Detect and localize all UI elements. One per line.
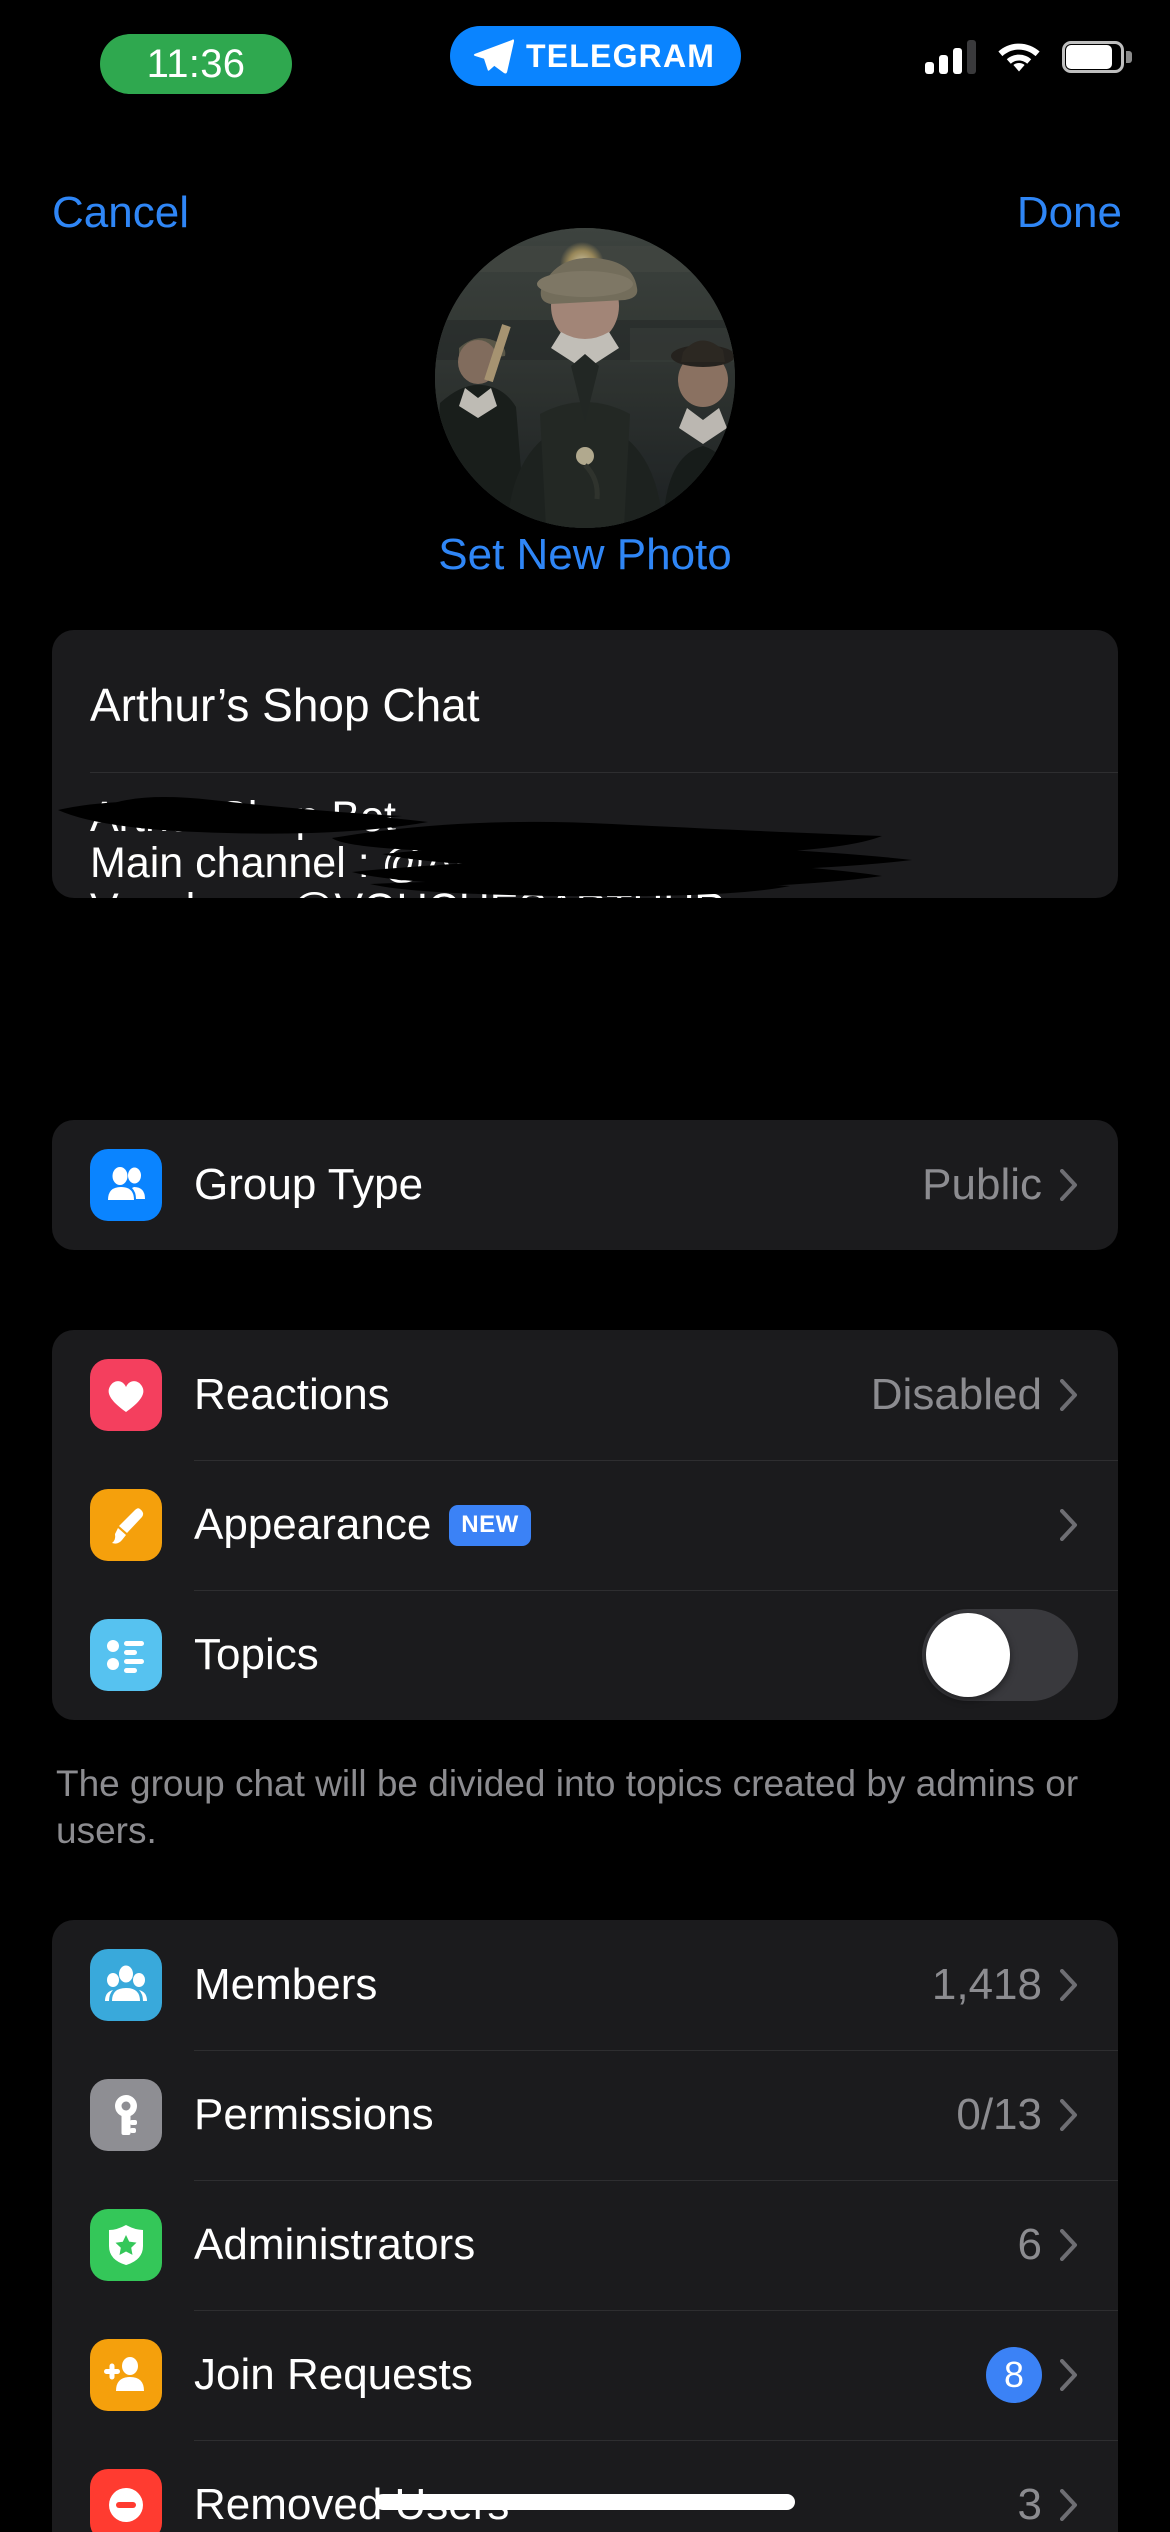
group-members-card: Members 1,418 Permissions 0/13 Administr…	[52, 1920, 1118, 2532]
row-trailing: 1,418	[932, 1960, 1078, 2010]
group-settings-card: Reactions Disabled Appearance NEW Topics	[52, 1330, 1118, 1720]
row-label: Members	[194, 1960, 378, 2009]
brush-icon	[90, 1489, 162, 1561]
chevron-right-icon	[1060, 2099, 1077, 2131]
row-label: Reactions	[194, 1370, 390, 1419]
row-reactions[interactable]: Reactions Disabled	[52, 1330, 1118, 1460]
join-requests-badge: 8	[986, 2347, 1042, 2403]
row-value: 6	[1017, 2220, 1042, 2269]
heart-icon	[90, 1359, 162, 1431]
cancel-button[interactable]: Cancel	[52, 178, 189, 248]
minus-circle-icon	[90, 2469, 162, 2532]
row-label: Group Type	[194, 1160, 424, 1209]
row-administrators[interactable]: Administrators 6	[52, 2180, 1118, 2310]
row-trailing: 3	[1018, 2480, 1078, 2530]
battery-icon	[1062, 41, 1132, 73]
wifi-icon	[998, 43, 1040, 72]
group-type-card: Group Type Public	[52, 1120, 1118, 1250]
topics-icon	[90, 1619, 162, 1691]
row-trailing	[1060, 1509, 1078, 1541]
members-icon	[90, 1949, 162, 2021]
info-separator	[90, 772, 1118, 773]
key-icon	[90, 2079, 162, 2151]
telegram-app-pill: TELEGRAM	[450, 26, 742, 86]
chevron-right-icon	[1060, 2489, 1077, 2521]
row-value: 1,418	[931, 1960, 1042, 2009]
shield-star-icon	[90, 2209, 162, 2281]
row-value: 3	[1017, 2480, 1042, 2529]
telegram-app-pill-label: TELEGRAM	[526, 37, 716, 74]
status-bar-indicators	[925, 40, 1132, 74]
chevron-right-icon	[1060, 1509, 1077, 1541]
avatar-image	[435, 228, 735, 528]
toggle-knob	[926, 1613, 1010, 1697]
done-button[interactable]: Done	[1017, 178, 1122, 248]
group-avatar-container[interactable]	[435, 228, 735, 528]
row-members[interactable]: Members 1,418	[52, 1920, 1118, 2050]
chevron-right-icon	[1060, 1969, 1077, 2001]
chevron-right-icon	[1060, 1379, 1077, 1411]
row-trailing: Public	[922, 1160, 1078, 1210]
row-trailing: 0/13	[956, 2090, 1078, 2140]
avatar[interactable]	[435, 228, 735, 528]
telegram-group-edit-screen: 11:36 TELEGRAM Cancel Done Set New Photo…	[0, 0, 1170, 2532]
status-bar-time-pill: 11:36	[100, 34, 292, 94]
row-label: Administrators	[194, 2220, 476, 2269]
row-label: Permissions	[194, 2090, 434, 2139]
row-label: Topics	[194, 1630, 319, 1679]
cellular-signal-icon	[925, 40, 976, 74]
topics-footnote: The group chat will be divided into topi…	[56, 1763, 1079, 1852]
row-value: 0/13	[956, 2090, 1042, 2139]
group-people-icon	[90, 1149, 162, 1221]
set-new-photo-button[interactable]: Set New Photo	[0, 530, 1170, 580]
home-indicator[interactable]	[375, 2494, 795, 2510]
row-label: Appearance	[194, 1500, 432, 1549]
row-appearance[interactable]: Appearance NEW	[52, 1460, 1118, 1590]
row-removed-users[interactable]: Removed Users 3	[52, 2440, 1118, 2532]
row-trailing: 6	[1018, 2220, 1078, 2270]
row-trailing: 8	[986, 2347, 1078, 2403]
row-label: Join Requests	[194, 2350, 473, 2399]
status-bar: 11:36 TELEGRAM	[0, 0, 1170, 110]
row-group-type[interactable]: Group Type Public	[52, 1120, 1118, 1250]
telegram-plane-icon	[473, 39, 514, 74]
chevron-right-icon	[1060, 2229, 1077, 2261]
status-bar-time: 11:36	[146, 41, 246, 86]
row-join-requests[interactable]: Join Requests 8	[52, 2310, 1118, 2440]
row-trailing: Disabled	[871, 1370, 1078, 1420]
row-value: Public	[922, 1160, 1042, 1209]
chevron-right-icon	[1060, 1169, 1077, 1201]
group-title-input[interactable]	[90, 678, 1050, 732]
topics-toggle[interactable]	[922, 1609, 1078, 1701]
chevron-right-icon	[1060, 2359, 1077, 2391]
group-info-card: Arthur Shop BotMain channel : @ARTHURSHO…	[52, 630, 1118, 898]
new-badge: NEW	[449, 1504, 531, 1546]
row-topics[interactable]: Topics	[52, 1590, 1118, 1720]
row-permissions[interactable]: Permissions 0/13	[52, 2050, 1118, 2180]
row-value: Disabled	[870, 1370, 1042, 1419]
add-person-icon	[90, 2339, 162, 2411]
group-description-text[interactable]: Arthur Shop Bot Main channel : @ARTHURSHO…	[90, 794, 1090, 898]
